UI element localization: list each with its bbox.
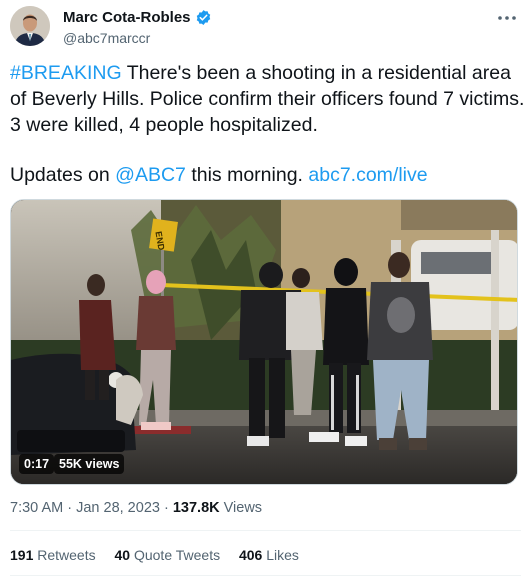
hashtag-link[interactable]: #BREAKING (10, 62, 122, 84)
retweets-stat[interactable]: 191 Retweets (10, 547, 96, 563)
external-link[interactable]: abc7.com/live (308, 164, 427, 186)
tweet-paragraph-1: #BREAKING There's been a shooting in a r… (10, 60, 525, 138)
author-name-row: Marc Cota-Robles (63, 9, 212, 26)
meta-separator: · (63, 500, 77, 516)
video-thumbnail: END (11, 200, 517, 484)
tweet-time[interactable]: 7:30 AM (10, 500, 63, 516)
quotes-label: Quote Tweets (130, 547, 221, 563)
engagement-stats: 191 Retweets 40 Quote Tweets 406 Likes (10, 547, 314, 563)
video-duration-badge: 0:17 (19, 454, 55, 474)
tweet-meta: 7:30 AM · Jan 28, 2023 · 137.8K Views (10, 500, 262, 516)
more-options-icon[interactable] (495, 8, 519, 28)
avatar-image (10, 6, 50, 46)
meta-separator-2: · (159, 500, 173, 516)
tweet-date[interactable]: Jan 28, 2023 (76, 500, 160, 516)
tweet-paragraph-2: Updates on @ABC7 this morning. abc7.com/… (10, 162, 525, 188)
likes-count: 406 (238, 547, 263, 563)
mention-link[interactable]: @ABC7 (115, 164, 186, 186)
view-label: Views (219, 500, 263, 516)
author-handle[interactable]: @abc7marccr (63, 30, 150, 46)
morning-text: this morning. (185, 164, 309, 186)
author-name[interactable]: Marc Cota-Robles (63, 9, 191, 26)
quote-tweets-stat[interactable]: 40 Quote Tweets (115, 547, 221, 563)
updates-text: Updates on (10, 164, 116, 186)
divider-bottom (10, 575, 521, 576)
avatar[interactable] (10, 6, 50, 46)
retweets-count: 191 (10, 547, 34, 563)
likes-label: Likes (262, 547, 299, 563)
video-player[interactable]: END (10, 199, 518, 485)
view-count: 137.8K (172, 500, 220, 516)
retweets-label: Retweets (33, 547, 96, 563)
divider (10, 530, 521, 531)
video-views-badge: 55K views (54, 454, 125, 474)
tweet-header: Marc Cota-Robles @abc7marccr (10, 4, 521, 50)
likes-stat[interactable]: 406 Likes (239, 547, 299, 563)
quotes-count: 40 (114, 547, 131, 563)
tweet-text: #BREAKING There's been a shooting in a r… (10, 60, 525, 188)
verified-badge-icon (195, 9, 212, 26)
